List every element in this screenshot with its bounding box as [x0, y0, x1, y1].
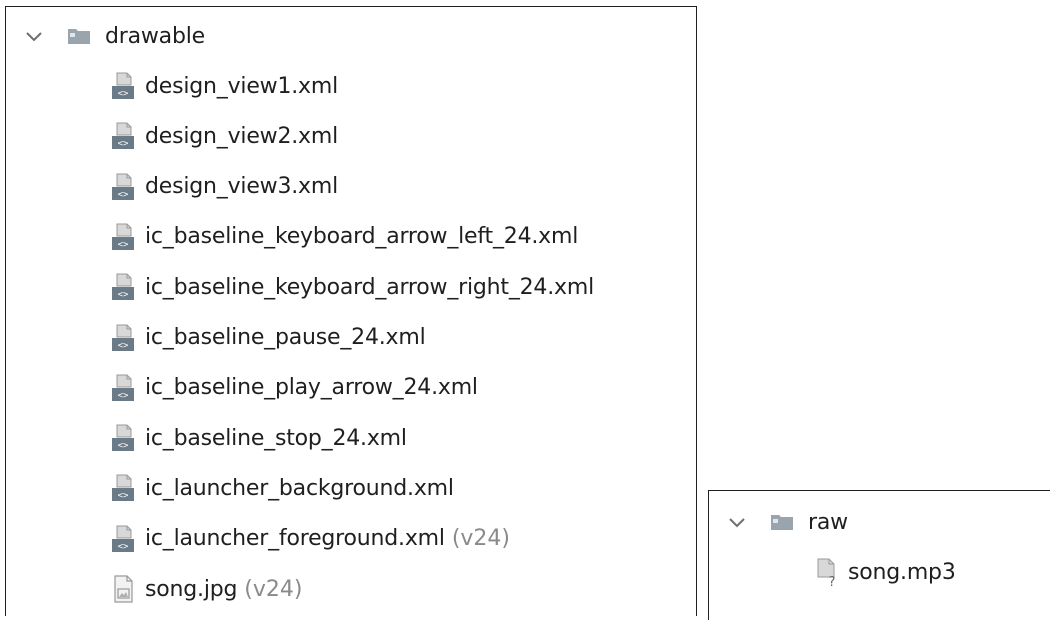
file-name: design_view3.xml: [145, 174, 338, 200]
file-row[interactable]: <> design_view2.xml: [110, 111, 338, 161]
file-row[interactable]: <> ic_baseline_stop_24.xml: [110, 413, 407, 463]
file-name: design_view1.xml: [145, 73, 338, 99]
image-file-icon: [114, 575, 133, 603]
svg-text:<>: <>: [118, 290, 129, 300]
folder-label: drawable: [105, 23, 205, 49]
project-tree-panel-raw: raw ? song.mp3: [708, 490, 1050, 620]
xml-file-icon: <>: [112, 273, 134, 301]
file-name: ic_baseline_pause_24.xml: [145, 325, 426, 350]
xml-file-icon: <>: [112, 173, 134, 200]
xml-file-icon: <>: [112, 374, 134, 401]
file-row[interactable]: <> ic_baseline_keyboard_arrow_left_24.xml: [110, 212, 578, 262]
file-name: song.mp3: [848, 559, 956, 585]
xml-file-icon: <>: [112, 474, 134, 502]
file-name: ic_baseline_stop_24.xml: [145, 425, 407, 451]
xml-file-icon: <>: [112, 324, 134, 351]
folder-icon: [771, 515, 793, 530]
file-name: design_view2.xml: [145, 123, 338, 149]
file-row[interactable]: ? song.mp3: [813, 547, 956, 597]
file-row[interactable]: <> design_view3.xml: [110, 162, 338, 212]
svg-text:<>: <>: [118, 240, 129, 250]
folder-row-raw[interactable]: raw: [726, 497, 848, 547]
file-name: ic_launcher_background.xml: [145, 475, 454, 501]
file-row[interactable]: <> design_view1.xml: [110, 61, 338, 111]
chevron-down-icon[interactable]: [726, 511, 748, 533]
svg-text:<>: <>: [118, 139, 129, 149]
file-name: ic_baseline_play_arrow_24.xml: [145, 375, 478, 401]
xml-file-icon: <>: [112, 72, 134, 99]
file-qualifier: (v24): [451, 526, 510, 552]
file-name: song.jpg: [145, 576, 238, 602]
chevron-down-icon[interactable]: [23, 25, 45, 47]
file-name: ic_baseline_keyboard_arrow_right_24.xml: [145, 274, 594, 300]
file-row[interactable]: <> ic_baseline_play_arrow_24.xml: [110, 363, 478, 413]
project-tree-panel-drawable: drawable <> design_view1.xml <> design_view…: [5, 6, 697, 616]
svg-text:<>: <>: [118, 491, 129, 501]
xml-file-icon: <>: [112, 122, 134, 150]
file-name: ic_launcher_foreground.xml: [145, 526, 445, 552]
svg-text:?: ?: [829, 575, 836, 587]
file-row[interactable]: <> ic_baseline_pause_24.xml: [110, 313, 426, 363]
file-row[interactable]: song.jpg (v24): [110, 564, 302, 614]
svg-text:<>: <>: [118, 190, 129, 200]
svg-text:<>: <>: [118, 542, 129, 552]
unknown-file-icon: ?: [817, 558, 836, 587]
svg-text:<>: <>: [118, 89, 129, 99]
svg-text:<>: <>: [118, 341, 129, 351]
folder-label: raw: [808, 509, 848, 535]
folder-icon: [68, 29, 90, 44]
xml-file-icon: <>: [112, 223, 134, 250]
xml-file-icon: <>: [112, 424, 134, 452]
file-name: ic_baseline_keyboard_arrow_left_24.xml: [145, 224, 579, 250]
file-row[interactable]: <> ic_launcher_foreground.xml (v24): [110, 514, 510, 564]
file-row[interactable]: <> ic_baseline_keyboard_arrow_right_24.xm…: [110, 262, 594, 312]
folder-row-drawable[interactable]: drawable: [23, 11, 205, 61]
xml-file-icon: <>: [112, 525, 134, 552]
file-row[interactable]: <> ic_launcher_background.xml: [110, 463, 454, 513]
svg-text:<>: <>: [118, 441, 129, 451]
file-qualifier: (v24): [244, 576, 303, 602]
svg-text:<>: <>: [118, 391, 129, 401]
